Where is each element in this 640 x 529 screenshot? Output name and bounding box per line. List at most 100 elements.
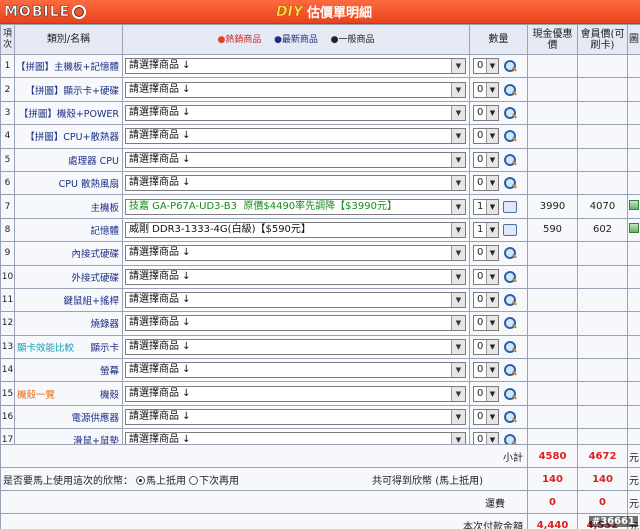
- dropdown-arrow-icon[interactable]: ▼: [486, 293, 498, 308]
- qty-select[interactable]: 1 ▼: [473, 221, 499, 238]
- search-icon[interactable]: [503, 59, 517, 73]
- dropdown-arrow-icon[interactable]: ▼: [451, 386, 465, 401]
- dropdown-arrow-icon[interactable]: ▼: [486, 105, 498, 120]
- dropdown-arrow-icon[interactable]: ▼: [486, 410, 498, 425]
- dropdown-arrow-icon[interactable]: ▼: [486, 129, 498, 144]
- search-icon[interactable]: [503, 153, 517, 167]
- dropdown-arrow-icon[interactable]: ▼: [486, 199, 498, 214]
- product-select[interactable]: 請選擇商品 ↓ ▼: [125, 268, 466, 285]
- dropdown-arrow-icon[interactable]: ▼: [451, 363, 465, 378]
- search-icon[interactable]: [503, 410, 517, 424]
- qty-select[interactable]: 0 ▼: [473, 292, 499, 309]
- cart-icon[interactable]: [503, 200, 517, 213]
- dropdown-arrow-icon[interactable]: ▼: [451, 152, 465, 167]
- dropdown-arrow-icon[interactable]: ▼: [451, 293, 465, 308]
- qty-select[interactable]: 1 ▼: [473, 198, 499, 215]
- product-note: 原價$4490率先調降【$3990元】: [243, 200, 397, 212]
- qty-select[interactable]: 0 ▼: [473, 151, 499, 168]
- search-icon[interactable]: [503, 340, 517, 354]
- shipping-member: 0: [577, 490, 628, 514]
- dropdown-arrow-icon[interactable]: ▼: [486, 386, 498, 401]
- site-logo[interactable]: MOBILE: [4, 3, 87, 21]
- qty-select[interactable]: 0 ▼: [473, 81, 499, 98]
- product-select[interactable]: 請選擇商品 ↓ ▼: [125, 104, 466, 121]
- dropdown-arrow-icon[interactable]: ▼: [451, 82, 465, 97]
- search-icon[interactable]: [503, 316, 517, 330]
- product-select-value: 請選擇商品 ↓: [129, 411, 191, 423]
- product-select[interactable]: 請選擇商品 ↓ ▼: [125, 245, 466, 262]
- dropdown-arrow-icon[interactable]: ▼: [451, 316, 465, 331]
- dropdown-arrow-icon[interactable]: ▼: [451, 129, 465, 144]
- dropdown-arrow-icon[interactable]: ▼: [451, 59, 465, 74]
- dropdown-arrow-icon[interactable]: ▼: [486, 339, 498, 354]
- search-icon[interactable]: [503, 270, 517, 284]
- dropdown-arrow-icon[interactable]: ▼: [451, 199, 465, 214]
- dropdown-arrow-icon[interactable]: ▼: [451, 176, 465, 191]
- row-category: 鍵鼠組+搖桿: [14, 287, 123, 313]
- product-select[interactable]: 威剛 DDR3-1333-4G(白級)【$590元】 ▼: [125, 221, 466, 238]
- dropdown-arrow-icon[interactable]: ▼: [486, 152, 498, 167]
- cart-icon[interactable]: [503, 223, 517, 236]
- picture-icon[interactable]: [629, 200, 639, 211]
- dropdown-arrow-icon[interactable]: ▼: [451, 269, 465, 284]
- qty-select[interactable]: 0 ▼: [473, 315, 499, 332]
- radio-use-later[interactable]: [189, 475, 198, 485]
- product-select[interactable]: 請選擇商品 ↓ ▼: [125, 58, 466, 75]
- dropdown-arrow-icon[interactable]: ▼: [451, 410, 465, 425]
- table-row: 2 【拼圖】顯示卡+硬碟 請選擇商品 ↓ ▼ 0 ▼: [0, 77, 640, 102]
- qty-select[interactable]: 0 ▼: [473, 362, 499, 379]
- dropdown-arrow-icon[interactable]: ▼: [486, 176, 498, 191]
- radio-use-now[interactable]: [136, 475, 145, 485]
- dropdown-arrow-icon[interactable]: ▼: [486, 269, 498, 284]
- qty-select[interactable]: 0 ▼: [473, 58, 499, 75]
- qty-cell: 1 ▼: [469, 217, 528, 243]
- product-select[interactable]: 請選擇商品 ↓ ▼: [125, 409, 466, 426]
- product-select[interactable]: 請選擇商品 ↓ ▼: [125, 362, 466, 379]
- product-select[interactable]: 請選擇商品 ↓ ▼: [125, 338, 466, 355]
- product-select[interactable]: 請選擇商品 ↓ ▼: [125, 81, 466, 98]
- product-select[interactable]: 請選擇商品 ↓ ▼: [125, 292, 466, 309]
- search-icon[interactable]: [503, 293, 517, 307]
- dropdown-arrow-icon[interactable]: ▼: [451, 222, 465, 237]
- search-icon[interactable]: [503, 106, 517, 120]
- product-select[interactable]: 請選擇商品 ↓ ▼: [125, 175, 466, 192]
- qty-select[interactable]: 0 ▼: [473, 175, 499, 192]
- search-icon[interactable]: [503, 246, 517, 260]
- qty-cell: 0 ▼: [469, 241, 528, 266]
- picture-icon[interactable]: [629, 223, 639, 234]
- qty-select[interactable]: 0 ▼: [473, 385, 499, 402]
- disk-icon: [72, 5, 87, 19]
- product-select[interactable]: 請選擇商品 ↓ ▼: [125, 315, 466, 332]
- dropdown-arrow-icon[interactable]: ▼: [451, 339, 465, 354]
- qty-select[interactable]: 0 ▼: [473, 104, 499, 121]
- legend-normal: ●一般商品: [330, 34, 375, 45]
- dropdown-arrow-icon[interactable]: ▼: [486, 59, 498, 74]
- dropdown-arrow-icon[interactable]: ▼: [486, 363, 498, 378]
- qty-select[interactable]: 0 ▼: [473, 128, 499, 145]
- dropdown-arrow-icon[interactable]: ▼: [451, 246, 465, 261]
- product-select[interactable]: 技嘉 GA-P67A-UD3-B3 原價$4490率先調降【$3990元】 ▼: [125, 198, 466, 215]
- product-select[interactable]: 請選擇商品 ↓ ▼: [125, 385, 466, 402]
- product-select[interactable]: 請選擇商品 ↓ ▼: [125, 128, 466, 145]
- dropdown-arrow-icon[interactable]: ▼: [486, 222, 498, 237]
- dropdown-arrow-icon[interactable]: ▼: [451, 105, 465, 120]
- qty-select[interactable]: 0 ▼: [473, 338, 499, 355]
- search-icon[interactable]: [503, 387, 517, 401]
- dropdown-arrow-icon[interactable]: ▼: [486, 316, 498, 331]
- dropdown-arrow-icon[interactable]: ▼: [486, 82, 498, 97]
- row-number: 8: [0, 217, 15, 243]
- category-link[interactable]: 顯卡效能比較: [16, 340, 74, 354]
- product-select[interactable]: 請選擇商品 ↓ ▼: [125, 151, 466, 168]
- qty-select[interactable]: 0 ▼: [473, 409, 499, 426]
- dropdown-arrow-icon[interactable]: ▼: [486, 246, 498, 261]
- search-icon[interactable]: [503, 83, 517, 97]
- search-icon[interactable]: [503, 176, 517, 190]
- qty-select[interactable]: 0 ▼: [473, 268, 499, 285]
- search-icon[interactable]: [503, 129, 517, 143]
- search-icon[interactable]: [503, 363, 517, 377]
- qty-select[interactable]: 0 ▼: [473, 245, 499, 262]
- row-number: 16: [0, 404, 15, 430]
- product-cell: 請選擇商品 ↓ ▼: [122, 381, 470, 406]
- category-link[interactable]: 機殼一覽: [16, 387, 55, 401]
- legend-hot: ●熱銷商品: [217, 34, 262, 45]
